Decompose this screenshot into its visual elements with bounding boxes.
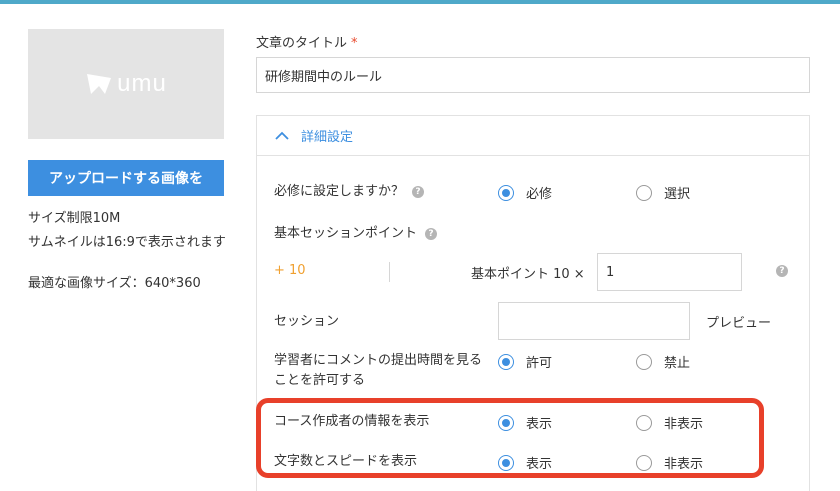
logo-text: umu bbox=[117, 70, 167, 97]
help-icon[interactable]: ? bbox=[425, 227, 438, 240]
radio-label: 禁止 bbox=[664, 356, 691, 371]
bonus-points: + 10 bbox=[274, 263, 306, 278]
radio-unselected-icon bbox=[636, 184, 652, 201]
radio-label: 必修 bbox=[526, 187, 553, 202]
session-label: セッション bbox=[274, 314, 340, 329]
comment-time-label: 学習者にコメントの提出時間を見ることを許可する bbox=[274, 353, 483, 388]
title-input[interactable] bbox=[256, 57, 810, 93]
help-icon[interactable]: ? bbox=[412, 185, 425, 198]
radio-label: 許可 bbox=[526, 356, 553, 371]
required-mark: * bbox=[351, 36, 358, 51]
radio-selected-icon bbox=[498, 353, 514, 370]
session-input[interactable] bbox=[498, 302, 690, 340]
umu-logo-icon bbox=[87, 74, 112, 94]
required-label: 必修に設定しますか？? bbox=[274, 182, 425, 202]
upload-image-button[interactable]: アップロードする画像を bbox=[28, 160, 224, 196]
points-multiplier-input[interactable] bbox=[597, 253, 742, 291]
top-accent-bar bbox=[0, 0, 840, 4]
radio-required-off[interactable]: 選択 bbox=[636, 183, 690, 202]
radio-selected-icon bbox=[498, 184, 514, 201]
title-field-label: 文章のタイトル * bbox=[256, 32, 358, 51]
radio-required-on[interactable]: 必修 bbox=[498, 183, 552, 202]
ratio-note-text: サムネイルは16:9で表示されます bbox=[28, 235, 226, 250]
details-header-label: 詳細設定 bbox=[301, 130, 354, 145]
title-label-text: 文章のタイトル bbox=[256, 36, 348, 51]
points-label-text: 基本セッションポイント bbox=[274, 226, 418, 241]
divider bbox=[389, 262, 390, 282]
radio-comment-allow[interactable]: 許可 bbox=[498, 352, 552, 371]
points-label: 基本セッションポイント? bbox=[274, 224, 438, 244]
umu-logo: umu bbox=[85, 70, 167, 98]
preview-link[interactable]: プレビュー bbox=[706, 312, 771, 331]
radio-unselected-icon bbox=[636, 353, 652, 370]
best-size-text: 最適な画像サイズ：640*360 bbox=[28, 276, 201, 291]
base-points-label: 基本ポイント 10 × bbox=[471, 267, 585, 282]
size-limit-text: サイズ制限10M bbox=[28, 211, 121, 226]
required-label-text: 必修に設定しますか？ bbox=[274, 184, 405, 199]
details-toggle[interactable]: 詳細設定 bbox=[257, 116, 809, 156]
help-icon[interactable]: ? bbox=[776, 265, 788, 277]
radio-comment-deny[interactable]: 禁止 bbox=[636, 352, 690, 371]
highlight-annotation-box bbox=[256, 398, 764, 478]
thumbnail-placeholder[interactable]: umu bbox=[28, 29, 224, 139]
chevron-up-icon bbox=[275, 131, 289, 140]
radio-label: 選択 bbox=[664, 187, 691, 202]
